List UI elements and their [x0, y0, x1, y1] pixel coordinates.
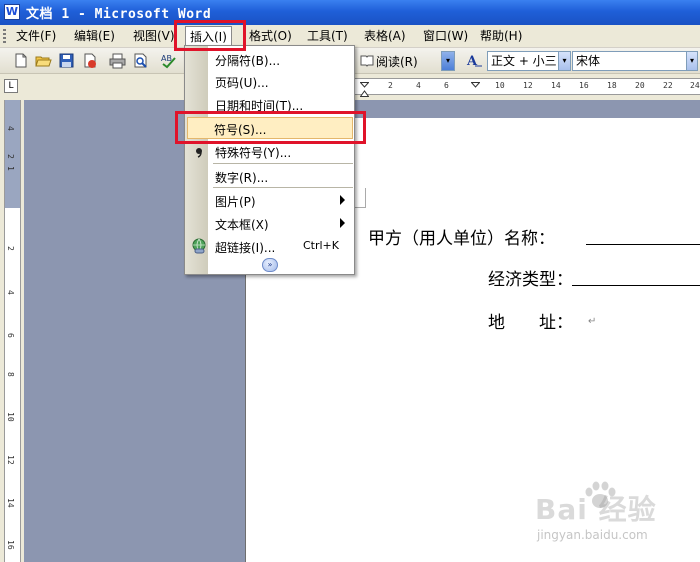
ruler-tick: 4	[6, 290, 15, 295]
ruler-tick: 4	[6, 126, 15, 131]
doc-line-employer-name[interactable]: 甲方（用人单位）名称：	[368, 224, 555, 249]
right-indent-marker-icon[interactable]	[470, 80, 481, 89]
ruler-tick: 20	[635, 81, 645, 90]
font-dropdown-icon[interactable]: ▾	[686, 51, 698, 71]
svg-text:A: A	[466, 54, 478, 69]
menu-item-special-symbol[interactable]: 特殊符号(Y)...	[187, 140, 353, 162]
ruler-tick: 2	[388, 81, 393, 90]
svg-text:AB: AB	[161, 54, 172, 63]
ruler-tick: 8	[6, 372, 15, 377]
ruler-tick: 10	[495, 81, 505, 90]
style-select[interactable]: 正文 + 小三	[487, 51, 559, 71]
tab-selector[interactable]: L	[4, 79, 18, 93]
menu-separator	[213, 187, 353, 188]
ruler-tick: 22	[663, 81, 673, 90]
font-select[interactable]: 宋体	[572, 51, 687, 71]
ruler-tick: 12	[523, 81, 533, 90]
expand-menu-chevron-icon[interactable]: »	[262, 258, 278, 272]
ruler-tick: 6	[6, 333, 15, 338]
doc-line-address[interactable]: 地 址：	[488, 308, 573, 333]
permission-icon[interactable]	[81, 52, 98, 69]
read-mode-button[interactable]: 阅读(R)	[376, 53, 418, 70]
style-dropdown-icon[interactable]: ▾	[558, 51, 571, 71]
menu-view[interactable]: 视图(V)	[129, 28, 179, 45]
menu-item-label: 日期和时间(T)...	[215, 99, 304, 113]
menu-item-picture[interactable]: 图片(P)	[187, 189, 353, 211]
menu-item-label: 特殊符号(Y)...	[215, 146, 292, 160]
spelling-icon[interactable]: AB	[160, 52, 177, 69]
menu-item-number[interactable]: 数字(R)...	[187, 165, 353, 187]
comma-icon	[191, 143, 207, 159]
doc-line-economic-type[interactable]: 经济类型：	[488, 265, 573, 290]
read-mode-icon[interactable]	[360, 52, 374, 69]
window-title: 文档 1 - Microsoft Word	[26, 7, 212, 22]
ruler-tick: 2	[6, 246, 15, 251]
menu-edit[interactable]: 编辑(E)	[70, 28, 119, 45]
hyperlink-globe-icon	[191, 238, 207, 254]
menu-item-label: 图片(P)	[215, 195, 256, 209]
submenu-arrow-icon	[340, 195, 345, 205]
menu-format[interactable]: 格式(O)	[245, 28, 296, 45]
ruler-tick: 2	[6, 154, 15, 159]
menu-help[interactable]: 帮助(H)	[476, 28, 526, 45]
menu-item-label: 数字(R)...	[215, 171, 269, 185]
menubar-grip-icon[interactable]	[3, 29, 6, 44]
menu-item-label: 文本框(X)	[215, 218, 269, 232]
ruler-tick: 14	[551, 81, 561, 90]
watermark-url: jingyan.baidu.com	[537, 528, 648, 542]
ruler-tick: 24	[690, 81, 700, 90]
menu-window[interactable]: 窗口(W)	[419, 28, 472, 45]
menu-item-shortcut: Ctrl+K	[302, 239, 339, 252]
word-app-icon[interactable]: W	[4, 4, 20, 20]
ruler-tick: 4	[416, 81, 421, 90]
menu-tools[interactable]: 工具(T)	[303, 28, 352, 45]
ruler-tick: 6	[444, 81, 449, 90]
menu-file[interactable]: 文件(F)	[12, 28, 60, 45]
menu-item-label: 符号(S)...	[214, 123, 267, 137]
new-document-icon[interactable]	[12, 52, 29, 69]
ruler-tick: 16	[579, 81, 589, 90]
ruler-tick: 14	[6, 498, 15, 508]
style-a-icon[interactable]: A	[466, 52, 483, 69]
title-bar: W 文档 1 - Microsoft Word	[0, 0, 700, 25]
menu-item-label: 页码(U)...	[215, 76, 269, 90]
vertical-ruler[interactable]: 4 2 1 2 4 6 8 10 12 14 16	[4, 100, 21, 562]
ruler-tick: 18	[607, 81, 617, 90]
menu-item-label: 超链接(I)...	[215, 241, 276, 255]
menu-item-symbol[interactable]: 符号(S)...	[187, 117, 353, 139]
menu-item-date-time[interactable]: 日期和时间(T)...	[187, 93, 353, 115]
hanging-indent-marker-icon[interactable]	[359, 86, 370, 97]
menu-item-label: 分隔符(B)...	[215, 54, 281, 68]
print-icon[interactable]	[109, 52, 126, 69]
open-folder-icon[interactable]	[35, 52, 52, 69]
toolbar-options-icon[interactable]: ▾	[441, 51, 455, 71]
paragraph-mark: ↵	[588, 316, 597, 327]
print-preview-icon[interactable]	[132, 52, 149, 69]
save-icon[interactable]	[58, 52, 75, 69]
menu-item-text-box[interactable]: 文本框(X)	[187, 212, 353, 234]
insert-menu-dropdown: 分隔符(B)... 页码(U)... 日期和时间(T)... 符号(S)... …	[184, 45, 355, 275]
submenu-arrow-icon	[340, 218, 345, 228]
menu-item-hyperlink[interactable]: 超链接(I)... Ctrl+K	[187, 235, 353, 257]
menu-item-page-numbers[interactable]: 页码(U)...	[187, 70, 353, 92]
baidu-jingyan-watermark: Bai 经验 jingyan.baidu.com	[535, 480, 695, 550]
menu-item-break[interactable]: 分隔符(B)...	[187, 48, 353, 70]
doc-blank-line	[586, 244, 700, 245]
ruler-tick: 1	[6, 166, 15, 171]
menu-separator	[213, 163, 353, 164]
doc-blank-line	[572, 285, 700, 286]
ruler-tick: 10	[6, 412, 15, 422]
ruler-tick: 16	[6, 540, 15, 550]
ruler-tick: 12	[6, 455, 15, 465]
watermark-text: Bai 经验	[535, 493, 657, 526]
menu-table[interactable]: 表格(A)	[360, 28, 410, 45]
